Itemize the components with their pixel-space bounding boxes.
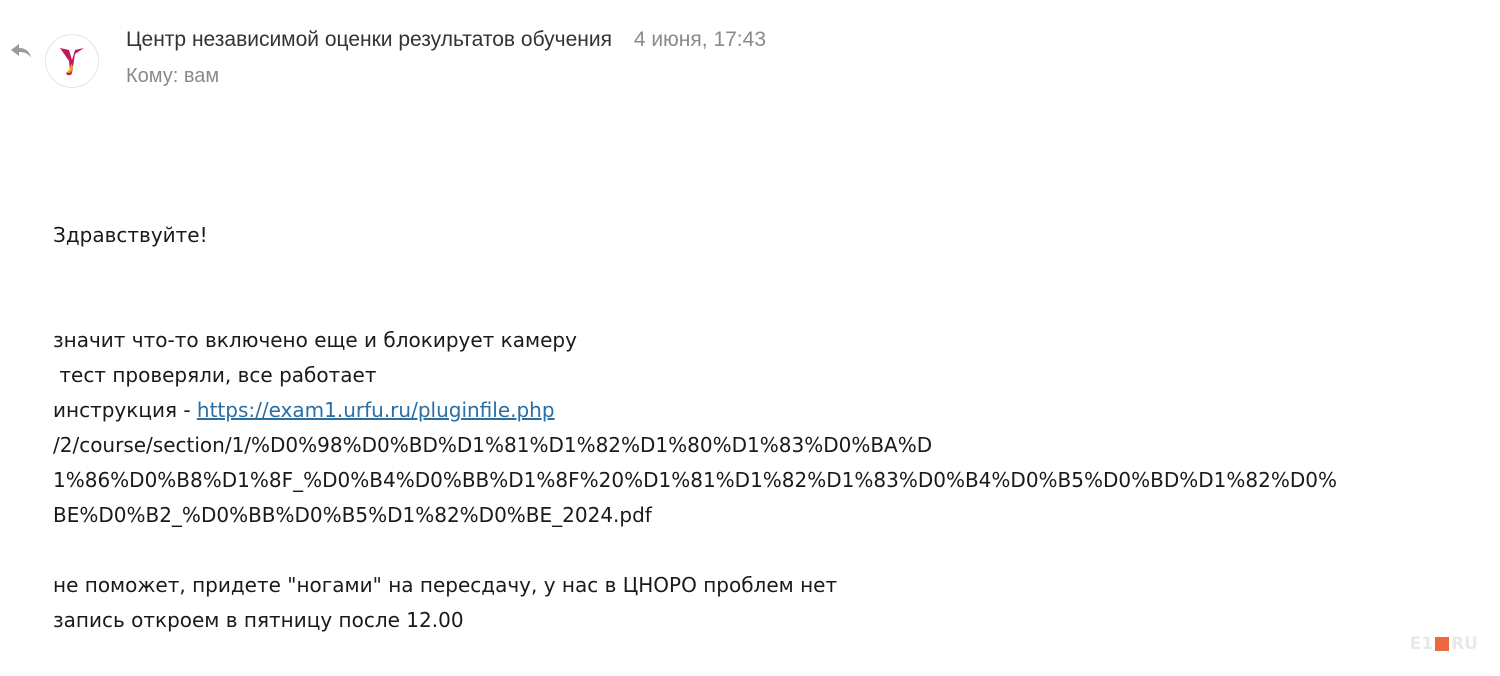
- email-header: Центр независимой оценки результатов обу…: [126, 27, 766, 89]
- watermark-square-icon: [1435, 637, 1450, 651]
- watermark-text-left: E1: [1409, 634, 1434, 654]
- link-path-line-3: BE%D0%B2_%D0%BB%D0%B5%D1%82%D0%BE_2024.p…: [53, 503, 652, 527]
- recipient-line[interactable]: Кому: вам: [126, 63, 766, 89]
- instruction-link[interactable]: https://exam1.urfu.ru/pluginfile.php: [197, 398, 555, 422]
- instruction-line: инструкция - https://exam1.urfu.ru/plugi…: [53, 393, 1473, 428]
- body-line-4: запись откроем в пятницу после 12.00: [53, 608, 464, 632]
- email-body: Здравствуйте! значит что-то включено еще…: [53, 218, 1473, 673]
- reply-arrow-icon[interactable]: [10, 42, 32, 60]
- instruction-prefix: инструкция -: [53, 398, 197, 422]
- e1-watermark-logo: E1 RU: [1410, 634, 1478, 654]
- email-date: 4 июня, 17:43: [633, 28, 766, 51]
- body-line-1: значит что-то включено еще и блокирует к…: [53, 328, 577, 352]
- sender-avatar[interactable]: [45, 34, 99, 88]
- greeting: Здравствуйте!: [53, 223, 208, 247]
- body-line-3: не поможет, придете "ногами" на пересдач…: [53, 573, 838, 597]
- watermark-text-right: RU: [1451, 634, 1478, 654]
- sender-name[interactable]: Центр независимой оценки результатов обу…: [126, 28, 612, 51]
- message-block-1: значит что-то включено еще и блокирует к…: [53, 323, 1473, 533]
- link-path-line-2: 1%86%D0%B8%D1%8F_%D0%B4%D0%BB%D1%8F%20%D…: [53, 468, 1337, 492]
- body-line-2: тест проверяли, все работает: [53, 363, 377, 387]
- urfu-logo-icon: [60, 48, 84, 76]
- link-path-line-1: /2/course/section/1/%D0%98%D0%BD%D1%81%D…: [53, 433, 933, 457]
- message-block-2: не поможет, придете "ногами" на пересдач…: [53, 568, 1473, 638]
